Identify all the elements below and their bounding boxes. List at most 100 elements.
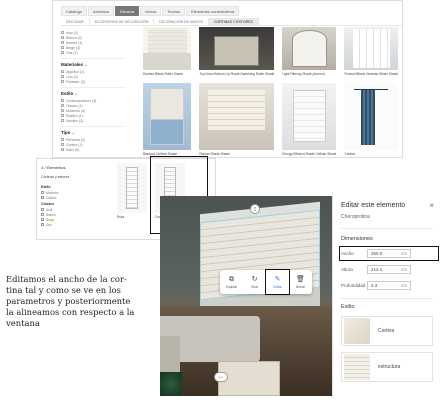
product-card[interactable]: Blackout Cellular Shade (143, 83, 192, 157)
style-name: estructura (378, 364, 401, 370)
product-name: Light Filtering Shade (Arched) (282, 72, 325, 76)
checkbox[interactable] (61, 51, 64, 54)
subtab-1[interactable]: ACCESORIOS DE DECORACIÓN (90, 18, 155, 25)
tab-4[interactable]: Techos (162, 6, 186, 16)
product-image (199, 27, 275, 70)
filter-option[interactable]: Estor (5) (61, 147, 137, 152)
toolbar-button-girar[interactable]: ↻ Girar (243, 270, 266, 294)
toolbar-button-editar[interactable]: ✎ Editar (265, 269, 290, 295)
subtab-3[interactable]: CORTINAS Y ESTORES (208, 18, 259, 25)
subtab-2[interactable]: DECORACIÓN DE MUROS (154, 18, 209, 25)
product-card[interactable]: Roman Shade Shade (199, 83, 275, 157)
move-handle-icon[interactable]: ↔ (214, 372, 228, 382)
dimension-value: 250.0 (371, 251, 383, 256)
checkbox[interactable] (41, 218, 44, 221)
close-icon[interactable]: × (429, 201, 434, 210)
filter-option-label: Estor (5) (66, 147, 80, 152)
filter-group-title[interactable]: Tipo ⌄ (61, 130, 137, 135)
checkbox[interactable] (41, 223, 44, 226)
product-card[interactable]: Duettes Blinds Roller Shade (143, 27, 192, 77)
dimension-input[interactable]: 250.0 cm (367, 249, 411, 258)
filter-option-label: Moderno (4) (66, 108, 86, 113)
product-card[interactable]: Product Blinds Venetian Blinds Shade (344, 27, 398, 77)
filter-option-label: Blanco (2) (66, 35, 82, 40)
room-3d-view[interactable]: ↕ ↔ ⧉ Duplicar ↻ Girar ✎ Editar 🗑 Borrar (160, 196, 332, 396)
dimension-unit: cm (401, 251, 407, 256)
dimension-label: Altura (341, 267, 353, 272)
checkbox[interactable] (61, 41, 64, 44)
toolbar-button-borrar[interactable]: 🗑 Borrar (289, 270, 312, 294)
filter-group: Azul (1) Blanco (2) Marrón (1) Beige (3) Gri… (61, 30, 137, 55)
checkbox[interactable] (61, 104, 64, 107)
mini-panel-subtitle: Cortinas y estores (41, 175, 70, 179)
shade-thumbnail (117, 163, 147, 213)
dimension-input[interactable]: 212.1 cm (367, 265, 411, 274)
toolbar-button-duplicar[interactable]: ⧉ Duplicar (220, 270, 243, 294)
checkbox[interactable] (41, 213, 44, 216)
mini-filter-option[interactable]: Gris (41, 222, 67, 227)
mini-card-estor[interactable]: Estor (117, 163, 147, 223)
checkbox[interactable] (61, 31, 64, 34)
checkbox[interactable] (61, 119, 64, 122)
rotate-handle-icon[interactable]: ↕ (250, 204, 260, 214)
style-option[interactable]: estructura (341, 352, 433, 382)
mini-filter-option[interactable]: Clásico (41, 195, 67, 200)
product-name: Energy Efficient Shade Cellular Shade (282, 152, 337, 156)
checkbox[interactable] (61, 80, 64, 83)
dimension-input[interactable]: 4.4 cm (367, 281, 411, 290)
product-image (199, 83, 275, 150)
catalog-tabs: Catálogo Armarios Decorar Muros Techos Elemen… (61, 6, 402, 16)
caption-line: parametros y posteriormente (6, 296, 131, 306)
style-option[interactable]: Cortina (341, 316, 433, 346)
checkbox[interactable] (61, 109, 64, 112)
filter-title-label: Materiales (61, 62, 84, 67)
checkbox[interactable] (61, 143, 64, 146)
dimension-unit: cm (401, 283, 407, 288)
tab-0[interactable]: Catálogo (61, 6, 88, 16)
checkbox[interactable] (61, 99, 64, 102)
checkbox[interactable] (61, 114, 64, 117)
element-name: Cheroprotina (341, 214, 370, 220)
toolbar-button-label: Editar (273, 284, 282, 289)
checkbox[interactable] (61, 138, 64, 141)
product-name: Duettes Blinds Roller Shade (143, 72, 183, 76)
tab-2[interactable]: Decorar (115, 6, 140, 16)
checkbox[interactable] (61, 75, 64, 78)
tab-3[interactable]: Muros (140, 6, 162, 16)
filter-option[interactable]: Nórdico (2) (61, 118, 137, 123)
checkbox[interactable] (61, 148, 64, 151)
tab-1[interactable]: Armarios (88, 6, 115, 16)
catalog-panel: Catálogo Armarios Decorar Muros Techos Elemen… (52, 0, 403, 158)
checkbox[interactable] (61, 36, 64, 39)
dimension-row: Ancho 250.0 cm (339, 246, 439, 261)
filter-option-label: Azul (1) (66, 30, 79, 35)
filter-option[interactable]: Gris (1) (61, 50, 137, 55)
checkbox[interactable] (41, 208, 44, 211)
filter-title-label: Tipo (61, 130, 71, 135)
checkbox[interactable] (61, 46, 64, 49)
filter-option[interactable]: Poliéster (3) (61, 79, 137, 84)
dimension-label: Ancho (341, 251, 354, 256)
product-card[interactable]: Energy Efficient Shade Cellular Shade (282, 83, 337, 157)
divider (61, 87, 125, 88)
product-image (143, 83, 192, 150)
dimension-row: Profundidad 4.4 cm (341, 280, 437, 291)
checkbox[interactable] (41, 196, 44, 199)
product-card[interactable]: Top Down Bottom Up Shade Darkening Rolle… (199, 27, 275, 77)
checkbox[interactable] (41, 191, 44, 194)
edit-icon: ✎ (274, 275, 281, 283)
rotate-icon: ↻ (251, 275, 258, 283)
subtab-0[interactable]: DECORAR (61, 18, 90, 25)
filter-group-title[interactable]: Materiales ⌄ (61, 62, 137, 67)
tab-5[interactable]: Elementos constructivos (186, 6, 240, 16)
filter-option-label: Lino (2) (66, 74, 78, 79)
chevron-down-icon: ⌄ (73, 91, 78, 96)
checkbox[interactable] (61, 70, 64, 73)
filter-group: Materiales ⌄ Algodón (1) Lino (2) Poliéster… (61, 62, 137, 84)
filter-option-label: Clásico (1) (66, 103, 83, 108)
filter-group-title[interactable]: Estilo ⌄ (61, 91, 137, 96)
filter-option-label: Algodón (1) (66, 69, 85, 74)
product-card[interactable]: Cortina (344, 83, 398, 157)
caption-line: la alineamos con respecto a la (6, 307, 135, 317)
product-card[interactable]: Light Filtering Shade (Arched) (282, 27, 337, 77)
